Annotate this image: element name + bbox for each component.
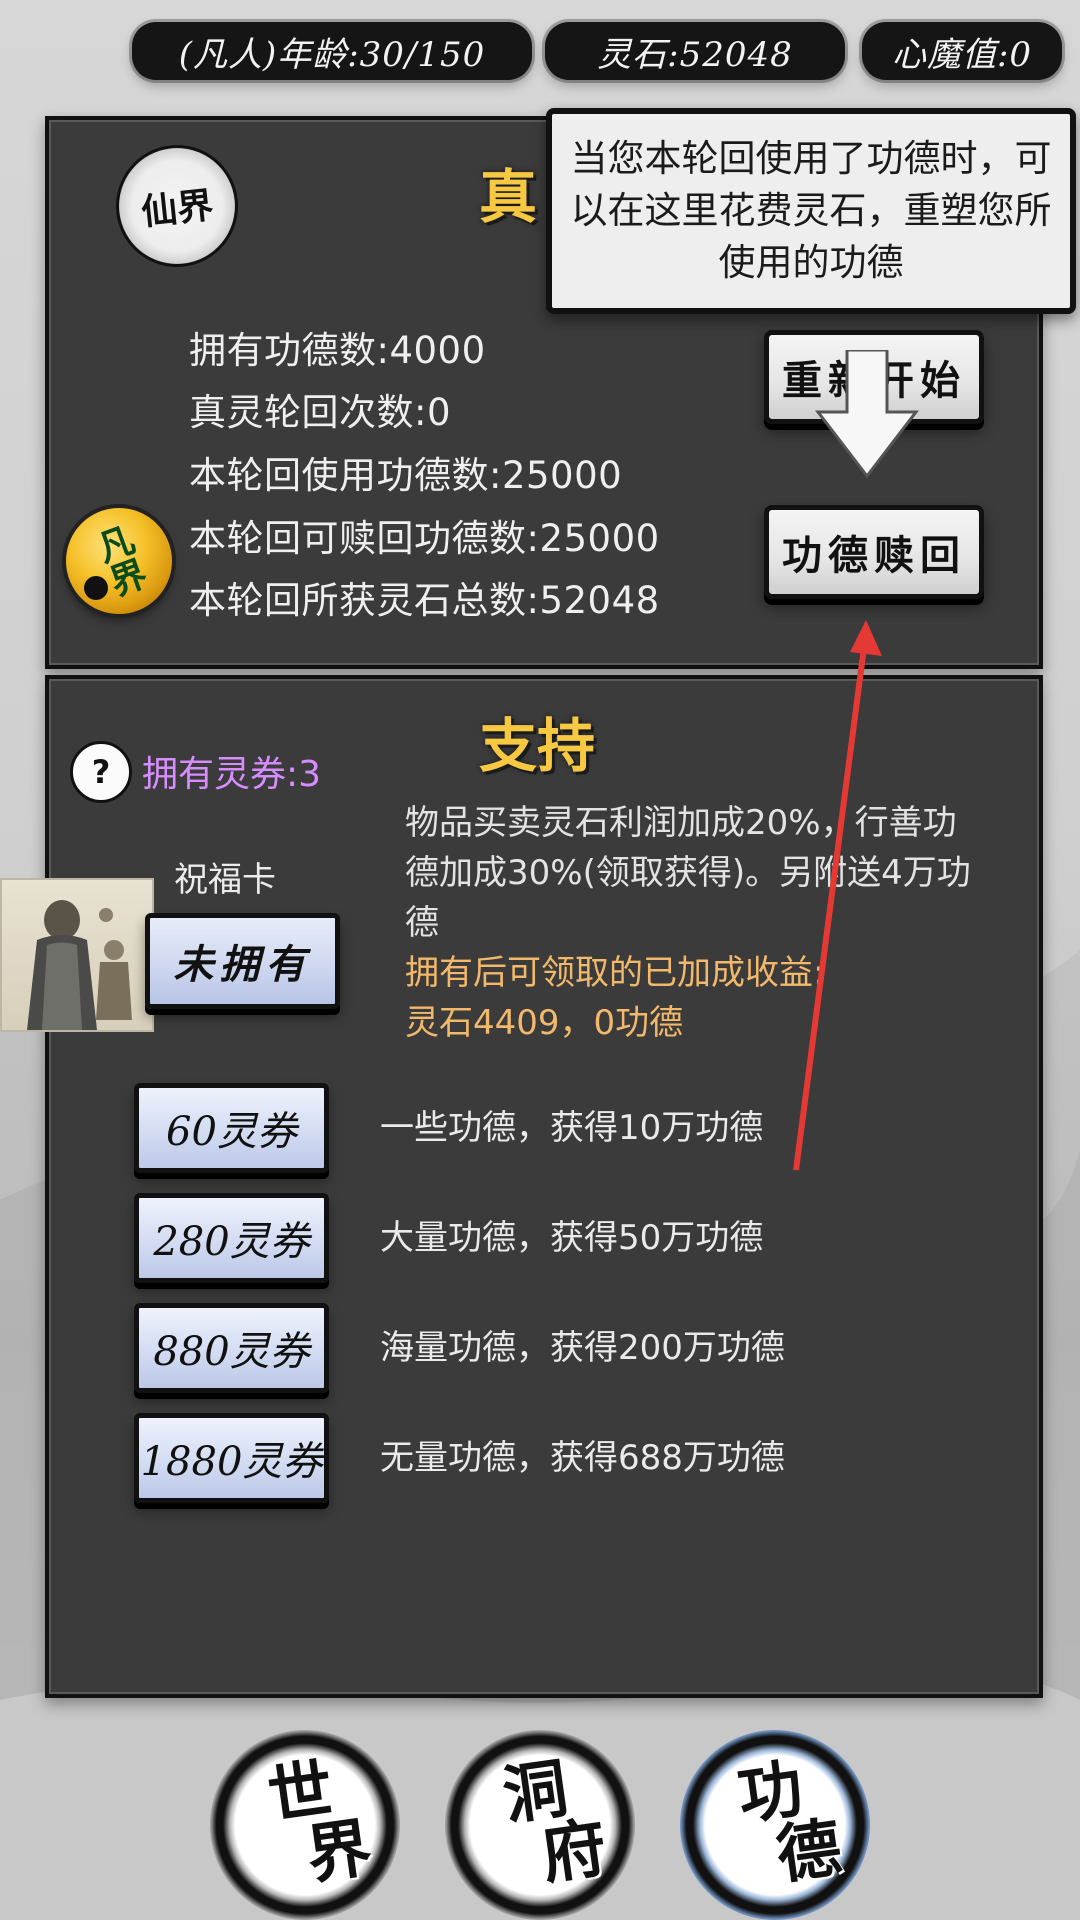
- blessing-description-text: 物品买卖灵石利润加成20%，行善功德加成30%(领取获得)。另附送4万功德: [405, 803, 971, 943]
- tutorial-tooltip: 当您本轮回使用了功德时，可以在这里花费灵石，重塑您所使用的功德: [546, 108, 1076, 314]
- stat-merit-owned: 拥有功德数:4000: [189, 329, 486, 372]
- package-1880-button[interactable]: 1880灵券: [134, 1413, 329, 1503]
- blessing-card-description: 物品买卖灵石利润加成20%，行善功德加成30%(领取获得)。另附送4万功德 拥有…: [405, 798, 985, 1048]
- stat-reincarnation-count: 真灵轮回次数:0: [189, 391, 452, 434]
- mortal-realm-orb[interactable]: 凡界: [66, 508, 172, 614]
- heart-demon-status: 心魔值:0: [862, 22, 1062, 80]
- spirit-stone-label: 灵石:52048: [597, 34, 793, 75]
- blessing-card-not-owned-button[interactable]: 未拥有: [145, 913, 340, 1009]
- age-label: (凡人)年龄:30/150: [178, 34, 486, 75]
- stat-merit-redeemable: 本轮回可赎回功德数:25000: [189, 517, 660, 560]
- nav-world[interactable]: 世 界: [210, 1730, 400, 1920]
- merit-redeem-button[interactable]: 功德赎回: [764, 505, 984, 599]
- stat-stones-gained: 本轮回所获灵石总数:52048: [189, 579, 660, 622]
- nav-world-label: 世 界: [222, 1751, 388, 1899]
- nav-world-bottom: 界: [302, 1810, 376, 1894]
- spirit-ticket-count: 拥有灵券:3: [142, 754, 322, 795]
- spirit-stone-status: 灵石:52048: [545, 22, 845, 80]
- tooltip-text: 当您本轮回使用了功德时，可以在这里花费灵石，重塑您所使用的功德: [570, 137, 1052, 284]
- nav-cave-dwelling[interactable]: 洞 府: [445, 1730, 635, 1920]
- nav-merit[interactable]: 功 德: [680, 1730, 870, 1920]
- package-280-label: 280灵券: [153, 1219, 310, 1265]
- not-owned-label: 未拥有: [173, 941, 312, 988]
- immortal-realm-badge[interactable]: 仙界: [113, 142, 241, 270]
- package-1880-desc: 无量功德，获得688万功德: [380, 1438, 785, 1478]
- age-status: (凡人)年龄:30/150: [132, 22, 532, 80]
- avatar-figure: [27, 900, 132, 1030]
- help-icon-glyph: ?: [91, 753, 111, 791]
- package-280-button[interactable]: 280灵券: [134, 1193, 329, 1283]
- stat-merit-used: 本轮回使用功德数:25000: [189, 454, 623, 497]
- package-1880-label: 1880灵券: [140, 1439, 323, 1485]
- blessing-card-label: 祝福卡: [174, 860, 276, 900]
- nav-merit-bottom: 德: [772, 1810, 846, 1894]
- question-circle-icon[interactable]: ?: [70, 741, 132, 803]
- down-arrow-icon: [814, 350, 920, 479]
- package-60-button[interactable]: 60灵券: [134, 1083, 329, 1173]
- nav-cave-bottom: 府: [537, 1810, 611, 1894]
- panel-title-true-spirit: 真: [479, 163, 538, 231]
- package-60-label: 60灵券: [166, 1109, 297, 1155]
- reward-values: 灵石4409，0功德: [405, 1003, 684, 1043]
- package-880-label: 880灵券: [153, 1329, 310, 1375]
- heart-demon-label: 心魔值:0: [891, 34, 1033, 75]
- merit-redeem-label: 功德赎回: [782, 532, 966, 579]
- package-880-desc: 海量功德，获得200万功德: [380, 1328, 785, 1368]
- blessing-card-avatar[interactable]: [0, 878, 154, 1032]
- panel-title-support: 支持: [479, 712, 596, 780]
- package-280-desc: 大量功德，获得50万功德: [380, 1218, 764, 1258]
- reward-heading: 拥有后可领取的已加成收益:: [405, 953, 825, 993]
- immortal-realm-label: 仙界: [139, 184, 216, 234]
- package-60-desc: 一些功德，获得10万功德: [380, 1108, 764, 1148]
- nav-merit-label: 功 德: [692, 1751, 858, 1899]
- package-880-button[interactable]: 880灵券: [134, 1303, 329, 1393]
- nav-cave-label: 洞 府: [457, 1751, 623, 1899]
